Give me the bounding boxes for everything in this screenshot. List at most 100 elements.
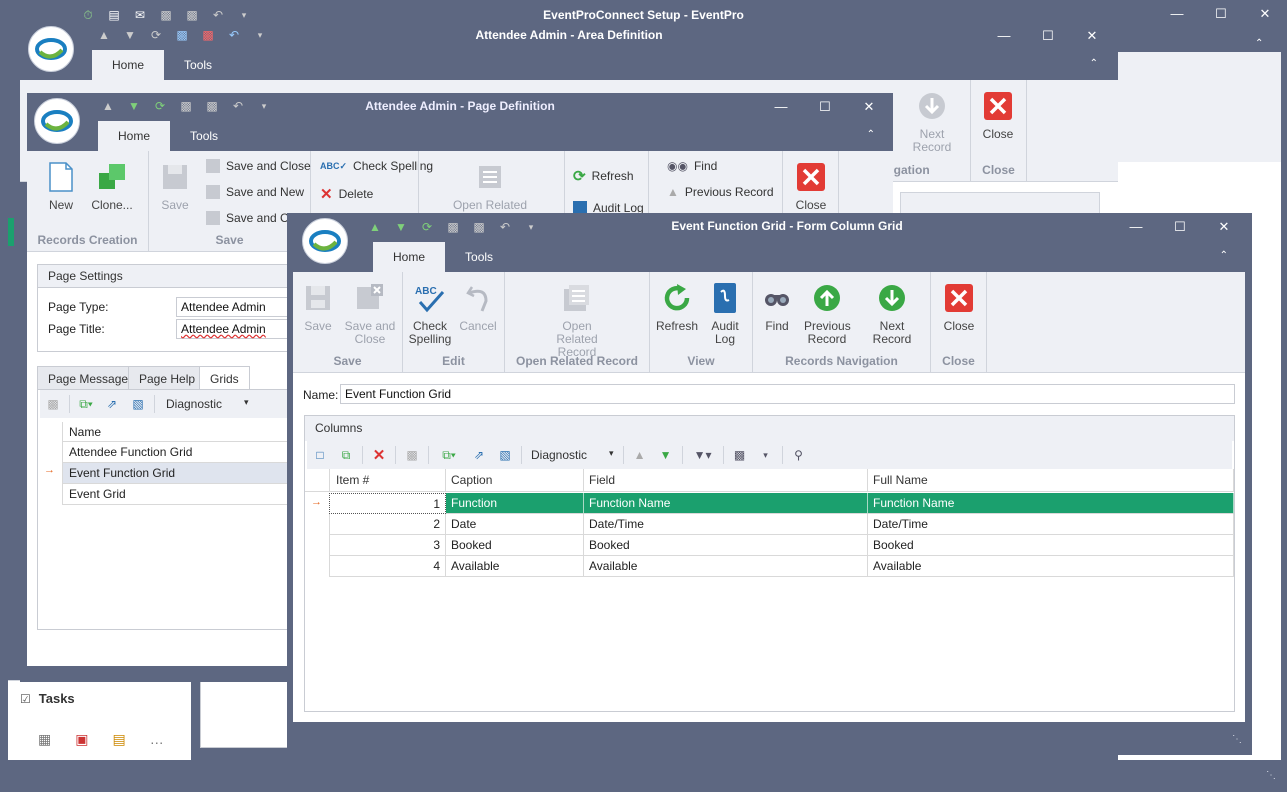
col-field[interactable]: Field — [584, 469, 868, 492]
efg-refresh-button[interactable]: Refresh — [655, 280, 699, 333]
cell-full-name[interactable]: Function Name — [868, 493, 1234, 514]
new-row-icon[interactable]: □ — [307, 444, 333, 466]
minimize-button[interactable]: — — [759, 99, 803, 115]
refresh-icon[interactable]: ⟳ — [152, 98, 168, 114]
save-all-icon[interactable]: ▩ — [184, 7, 200, 23]
contacts-icon[interactable]: ▤ — [112, 731, 125, 748]
efg-chevron-icon[interactable]: ⌃ — [1220, 250, 1228, 261]
maximize-button[interactable]: ☐ — [803, 99, 847, 115]
cell-item[interactable]: 1 — [329, 493, 446, 514]
down-icon[interactable]: ▼ — [122, 27, 138, 43]
cell-full-name[interactable]: Available — [868, 556, 1234, 577]
efg-cancel-button[interactable]: Cancel — [457, 280, 499, 333]
close-button[interactable]: ✕ — [1202, 219, 1246, 235]
col-caption[interactable]: Caption — [446, 469, 584, 492]
page-save-close-button[interactable]: Save and Close — [206, 159, 311, 173]
cell-caption[interactable]: Booked — [446, 535, 584, 556]
page-save-clone-button[interactable]: Save and Clo — [206, 211, 298, 225]
area-chevron-icon[interactable]: ⌃ — [1090, 58, 1098, 69]
save-layout-icon[interactable]: ▩ — [727, 444, 753, 466]
cell-full-name[interactable]: Booked — [868, 535, 1234, 556]
table-row[interactable]: 4 Available Available Available — [305, 556, 1234, 577]
maximize-button[interactable]: ☐ — [1026, 28, 1070, 44]
tab-tools[interactable]: Tools — [170, 121, 238, 151]
export-icon[interactable]: ⇗ — [466, 444, 492, 466]
table-row[interactable]: 2 Date Date/Time Date/Time — [305, 514, 1234, 535]
cell-item[interactable]: 4 — [329, 556, 446, 577]
tab-grids[interactable]: Grids — [199, 366, 250, 390]
minimize-button[interactable]: — — [1155, 6, 1199, 22]
mail-icon[interactable]: ✉ — [132, 7, 148, 23]
maximize-button[interactable]: ☐ — [1158, 219, 1202, 235]
undo-icon[interactable]: ↶ — [230, 98, 246, 114]
page-app-logo[interactable] — [34, 98, 80, 144]
tab-tools[interactable]: Tools — [445, 242, 513, 272]
main-chevron-icon[interactable]: ⌃ — [1255, 38, 1263, 49]
save-icon[interactable]: ▩ — [445, 219, 461, 235]
undo-icon[interactable]: ↶ — [497, 219, 513, 235]
save-icon[interactable]: ▩ — [178, 98, 194, 114]
save-icon[interactable]: ▩ — [158, 7, 174, 23]
efg-close-button[interactable]: Close — [937, 280, 981, 333]
down-icon[interactable]: ▼ — [126, 98, 142, 114]
tab-home[interactable]: Home — [92, 50, 165, 80]
export-icon[interactable]: ⇗ — [99, 393, 125, 415]
save-all-icon[interactable]: ▩ — [204, 98, 220, 114]
efg-previous-record-button[interactable]: Previous Record — [801, 280, 853, 346]
cell-field[interactable]: Date/Time — [584, 514, 868, 535]
save-all-icon[interactable]: ▩ — [471, 219, 487, 235]
resize-grip-icon[interactable]: ⋱ — [1232, 734, 1242, 745]
cell-caption[interactable]: Date — [446, 514, 584, 535]
cell-full-name[interactable]: Date/Time — [868, 514, 1234, 535]
efg-app-logo[interactable] — [302, 218, 348, 264]
save-layout-dropdown-icon[interactable]: ▾ — [753, 444, 779, 466]
more-icon[interactable]: … — [150, 731, 164, 748]
cell-caption[interactable]: Available — [446, 556, 584, 577]
close-button[interactable]: ✕ — [1070, 28, 1114, 44]
resize-grip-icon[interactable]: ⋱ — [1266, 770, 1276, 781]
undo-icon[interactable]: ↶ — [226, 27, 242, 43]
page-save-button[interactable]: Save — [155, 159, 195, 212]
efg-save-button[interactable]: Save — [299, 280, 337, 333]
name-field[interactable]: Event Function Grid — [340, 384, 1235, 404]
dropdown-icon[interactable]: ▾ — [523, 219, 539, 235]
minimize-button[interactable]: — — [1114, 219, 1158, 235]
save-icon[interactable]: ▩ — [174, 27, 190, 43]
delete-disabled-icon[interactable]: ▩ — [399, 444, 425, 466]
filter-icon[interactable]: ▼▾ — [686, 444, 720, 466]
page-save-new-button[interactable]: Save and New — [206, 185, 304, 199]
delete-row-icon[interactable]: ✕ — [366, 444, 392, 466]
book-icon[interactable]: ▧ — [125, 393, 151, 415]
tab-tools[interactable]: Tools — [164, 50, 232, 80]
up-icon[interactable]: ▲ — [367, 219, 383, 235]
calculator-icon[interactable]: ▦ — [38, 731, 51, 748]
page-chevron-icon[interactable]: ⌃ — [867, 129, 875, 140]
close-button[interactable]: ✕ — [1243, 6, 1287, 22]
preview-icon[interactable]: ⚲ — [786, 444, 812, 466]
efg-audit-log-button[interactable]: Audit Log — [707, 280, 743, 346]
copy-icon[interactable]: ⧉▾ — [73, 393, 99, 415]
copy-icon[interactable]: ⧉▾ — [432, 444, 466, 466]
tasks-header[interactable]: ☑ Tasks — [20, 691, 75, 706]
col-full-name[interactable]: Full Name — [868, 469, 1234, 492]
refresh-icon[interactable]: ⟳ — [419, 219, 435, 235]
close-button[interactable]: ✕ — [847, 99, 891, 115]
maximize-button[interactable]: ☐ — [1199, 6, 1243, 22]
move-down-icon[interactable]: ▼ — [653, 444, 679, 466]
clone-row-icon[interactable]: ⧉ — [333, 444, 359, 466]
efg-next-record-button[interactable]: Next Record — [859, 280, 925, 346]
efg-open-related-button[interactable]: Open Related Record — [529, 280, 625, 359]
tab-home[interactable]: Home — [373, 242, 446, 272]
cell-item[interactable]: 2 — [329, 514, 446, 535]
cell-field[interactable]: Available — [584, 556, 868, 577]
up-icon[interactable]: ▲ — [96, 27, 112, 43]
col-item-number[interactable]: Item # — [329, 469, 446, 492]
tab-page-help[interactable]: Page Help — [128, 366, 207, 390]
minimize-button[interactable]: — — [982, 28, 1026, 44]
dropdown-icon[interactable]: ▾ — [256, 98, 272, 114]
dropdown-icon[interactable]: ▾ — [252, 27, 268, 43]
efg-find-button[interactable]: Find — [759, 280, 795, 333]
dropdown-icon[interactable]: ▾ — [236, 7, 252, 23]
area-app-logo[interactable] — [28, 26, 74, 72]
move-up-icon[interactable]: ▲ — [627, 444, 653, 466]
